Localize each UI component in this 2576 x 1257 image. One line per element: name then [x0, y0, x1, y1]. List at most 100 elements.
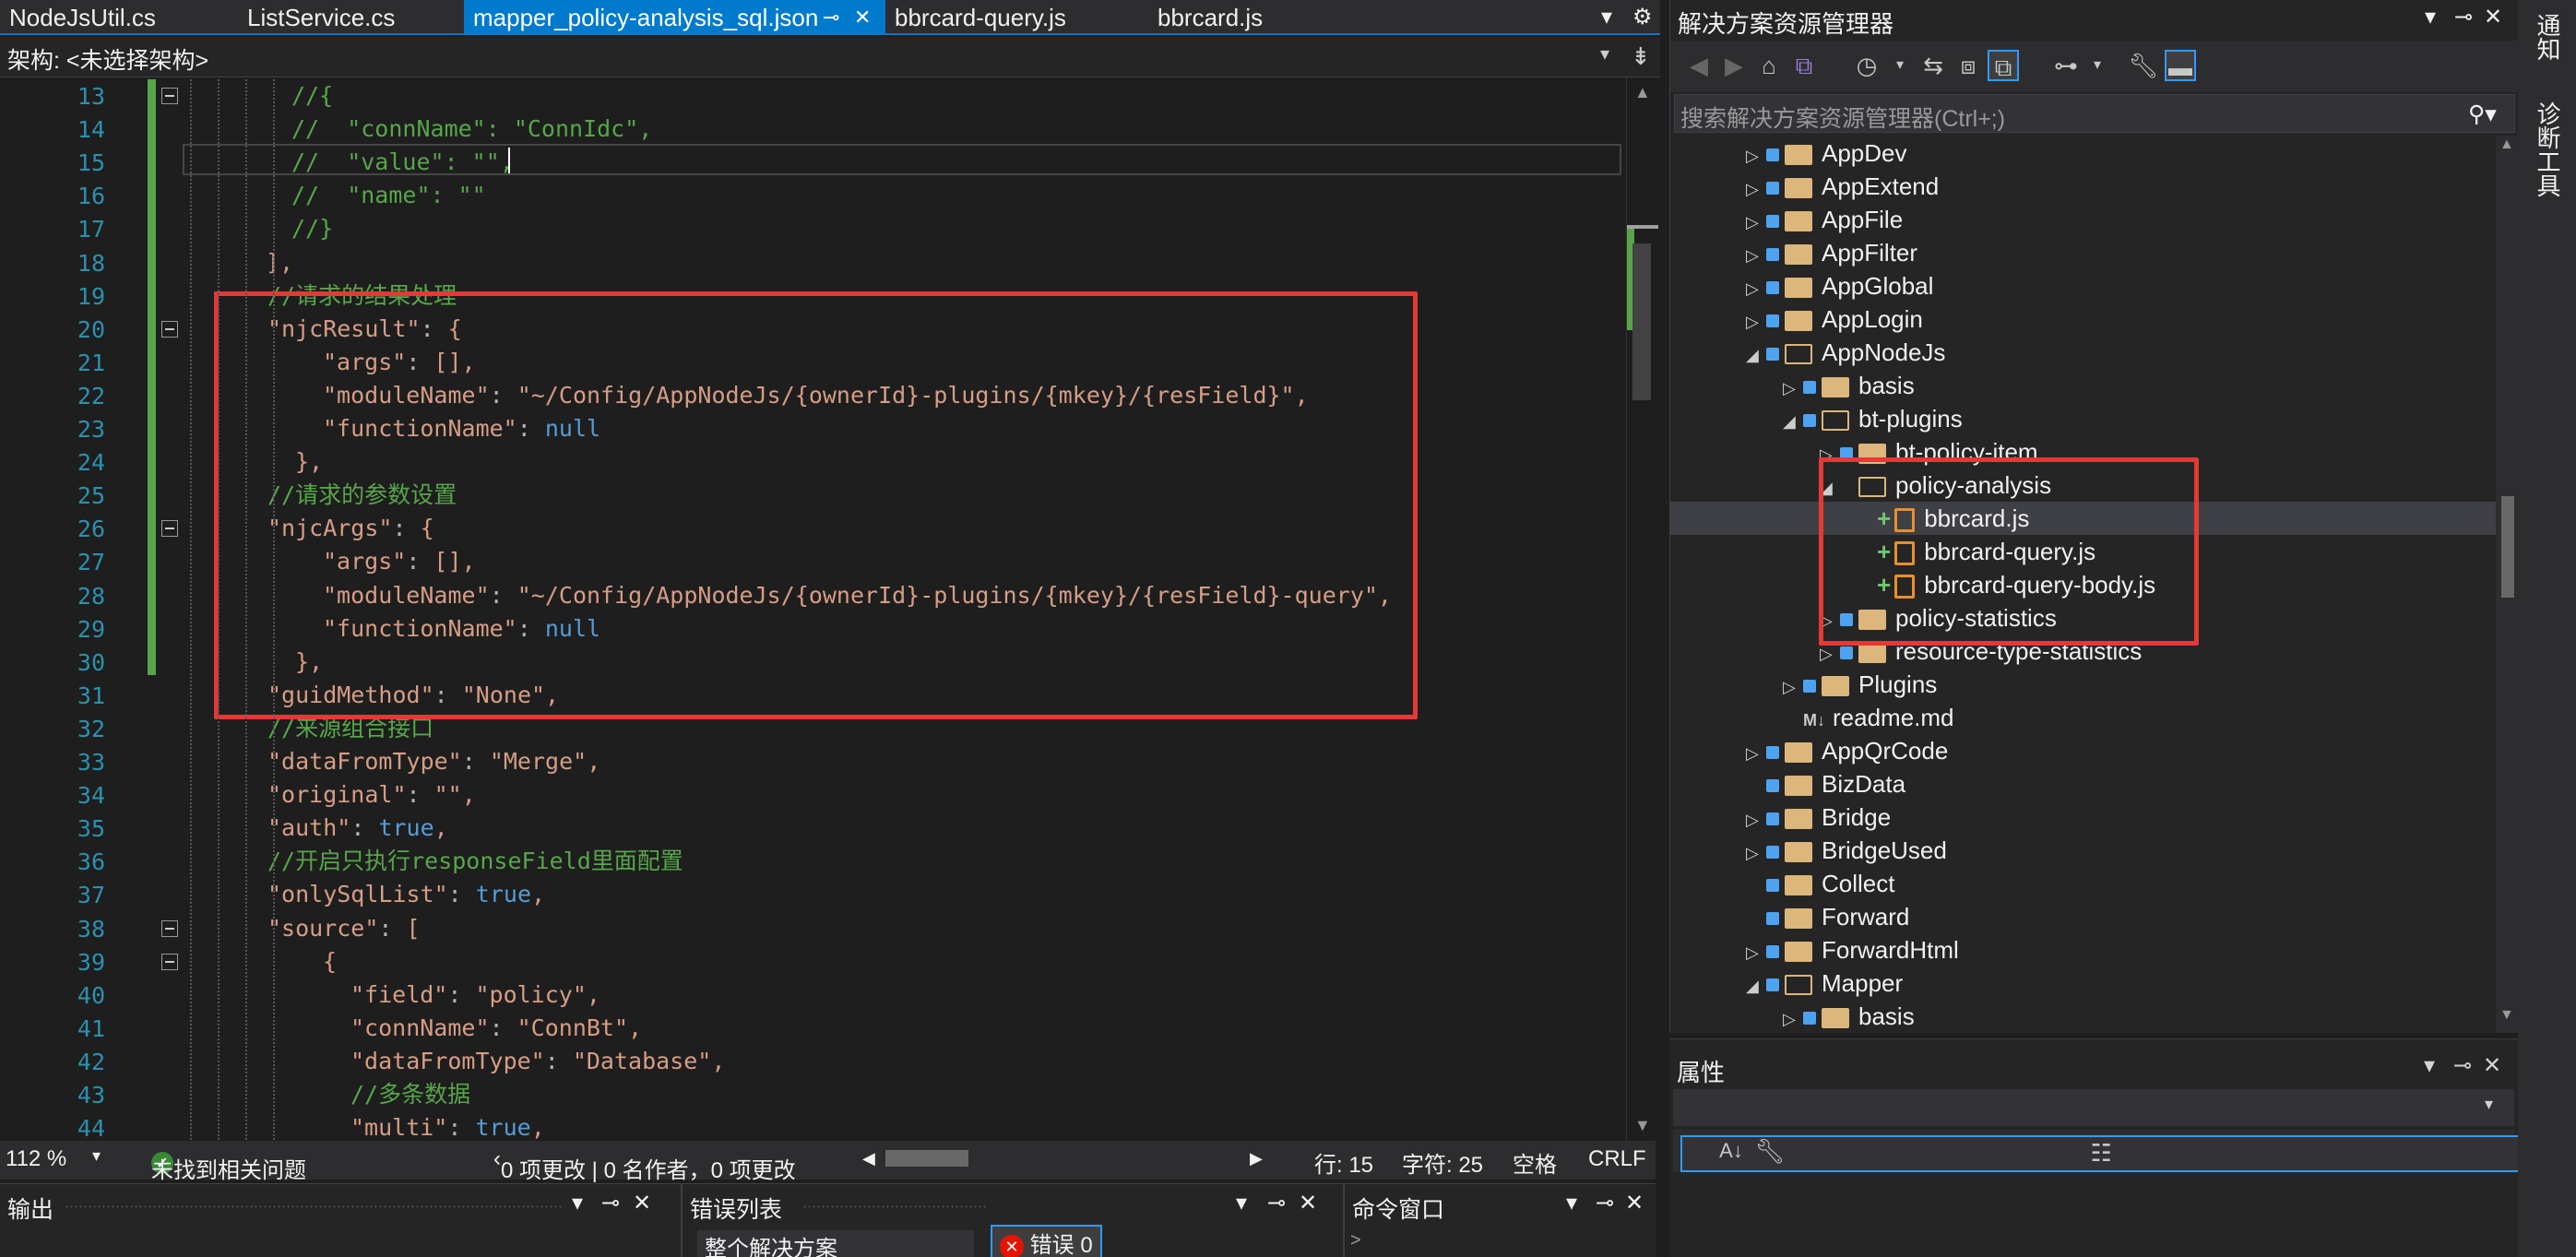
tree-item[interactable]: Collect: [1670, 867, 2496, 900]
split-icon[interactable]: ⇟: [1631, 42, 1651, 71]
sync-icon[interactable]: ⇆: [1917, 50, 1949, 81]
scroll-down-icon[interactable]: ▼: [2499, 1007, 2514, 1024]
collapsed-arrow-icon[interactable]: ▷: [1783, 372, 1803, 405]
chevron-down-icon[interactable]: ▾: [572, 1190, 583, 1216]
tree-item[interactable]: ▷ AppExtend: [1670, 170, 2496, 203]
tab-bbrcard-query[interactable]: bbrcard-query.js: [885, 0, 1153, 35]
solution-search-box[interactable]: 搜索解决方案资源管理器(Ctrl+;) ⚲▾: [1674, 94, 2515, 133]
tab-notifications[interactable]: 通知: [2531, 13, 2565, 61]
editor-vertical-scrollbar[interactable]: ▲ ▼: [1626, 77, 1658, 1141]
preview-icon[interactable]: ▬: [2165, 50, 2196, 81]
schema-selector[interactable]: 架构: <未选择架构>: [7, 42, 208, 76]
close-icon[interactable]: ✕: [2484, 4, 2502, 30]
line-ending-indicator[interactable]: CRLF: [1588, 1146, 1646, 1172]
history-icon[interactable]: ◷: [1851, 50, 1882, 81]
chevron-down-icon[interactable]: ▾: [1236, 1190, 1247, 1216]
tree-item[interactable]: ▷ BridgeUsed: [1670, 834, 2496, 867]
errors-filter-button[interactable]: ✕ 错误 0: [991, 1225, 1102, 1257]
scope-dropdown[interactable]: 整个解决方案: [697, 1230, 974, 1257]
tree-item[interactable]: ▷ AppDev: [1670, 136, 2496, 170]
tree-item[interactable]: ▷ ForwardHtml: [1670, 933, 2496, 966]
collapsed-arrow-icon[interactable]: ▷: [1783, 670, 1803, 704]
collapsed-arrow-icon[interactable]: ▷: [1746, 305, 1766, 338]
tree-item[interactable]: ▷ basis: [1670, 369, 2496, 402]
chevron-down-icon[interactable]: ▾: [1884, 50, 1916, 81]
scroll-down-icon[interactable]: ▼: [1634, 1116, 1651, 1135]
horizontal-scrollbar-thumb[interactable]: [885, 1150, 968, 1167]
whitespace-indicator[interactable]: 空格: [1513, 1146, 1557, 1179]
scrollbar-thumb[interactable]: [1632, 243, 1651, 400]
close-icon[interactable]: ✕: [633, 1190, 651, 1216]
fold-toggle-icon[interactable]: [161, 953, 178, 970]
tree-item[interactable]: ◢ bt-plugins: [1670, 402, 2496, 435]
collapsed-arrow-icon[interactable]: ▷: [1783, 1002, 1803, 1031]
chevron-down-icon[interactable]: ▾: [2424, 1052, 2435, 1079]
close-icon[interactable]: ✕: [1299, 1190, 1317, 1216]
tree-item[interactable]: ▷ AppFile: [1670, 203, 2496, 236]
pin-icon[interactable]: ⊸: [1596, 1190, 1614, 1216]
close-icon[interactable]: ✕: [1625, 1190, 1644, 1216]
expanded-arrow-icon[interactable]: ◢: [1746, 338, 1766, 372]
property-pages-icon[interactable]: 🔧︎: [1754, 1135, 1786, 1167]
collapsed-arrow-icon[interactable]: ▷: [1746, 272, 1766, 305]
pin-icon[interactable]: ⊸: [823, 0, 839, 35]
chevron-down-icon[interactable]: ▾: [2485, 1095, 2493, 1114]
alphabetical-icon[interactable]: A↓: [1715, 1135, 1747, 1167]
fold-toggle-icon[interactable]: [161, 88, 178, 104]
tree-item[interactable]: ◢ Mapper: [1670, 966, 2496, 1000]
column-indicator[interactable]: 字符: 25: [1402, 1146, 1483, 1179]
fold-toggle-icon[interactable]: [161, 320, 178, 338]
pin-icon[interactable]: ⊸: [1267, 1190, 1286, 1216]
filter-icon[interactable]: ⊶: [2050, 50, 2082, 81]
tab-listservice[interactable]: ListService.cs: [238, 0, 464, 35]
search-icon[interactable]: ⚲▾: [2468, 101, 2497, 128]
chevron-down-icon[interactable]: ▾: [2425, 4, 2436, 30]
tab-bbrcard[interactable]: bbrcard.js: [1148, 0, 1333, 35]
collapsed-arrow-icon[interactable]: ▷: [1746, 239, 1766, 272]
drag-handle[interactable]: [65, 1204, 563, 1210]
back-icon[interactable]: ◀: [1683, 50, 1715, 81]
expanded-arrow-icon[interactable]: ◢: [1783, 405, 1803, 438]
scroll-up-icon[interactable]: ▲: [2499, 136, 2514, 153]
tree-item[interactable]: ▷ Bridge: [1670, 800, 2496, 834]
tree-item[interactable]: ▷ Plugins: [1670, 668, 2496, 701]
line-indicator[interactable]: 行: 15: [1314, 1146, 1373, 1179]
change-count[interactable]: ‹ 0 项更改 | 0 名作者，0 项更改: [493, 1146, 796, 1183]
show-all-files-icon[interactable]: ⧉: [1988, 50, 2019, 81]
collapsed-arrow-icon[interactable]: ▷: [1746, 139, 1766, 172]
scroll-right-icon[interactable]: ▶: [1250, 1149, 1263, 1168]
vs-switch-icon[interactable]: ⧉: [1788, 50, 1820, 81]
collapsed-arrow-icon[interactable]: ▷: [1746, 836, 1766, 870]
tree-item[interactable]: ▷ basis: [1670, 1000, 2496, 1031]
forward-icon[interactable]: ▶: [1718, 50, 1750, 81]
chevron-down-icon[interactable]: ▾: [2082, 50, 2113, 81]
fold-toggle-icon[interactable]: [161, 520, 178, 538]
close-icon[interactable]: ✕: [2483, 1052, 2501, 1079]
drag-handle[interactable]: [802, 1204, 987, 1210]
tree-item[interactable]: ▷ AppQrCode: [1670, 734, 2496, 767]
object-selector[interactable]: ▾: [1673, 1089, 2514, 1126]
home-icon[interactable]: ⌂: [1753, 50, 1785, 81]
tree-item[interactable]: ▷ AppGlobal: [1670, 269, 2496, 302]
collapsed-arrow-icon[interactable]: ▷: [1746, 206, 1766, 239]
zoom-level[interactable]: 112 %: [6, 1146, 66, 1172]
expanded-arrow-icon[interactable]: ◢: [1746, 969, 1766, 1002]
scroll-up-icon[interactable]: ▲: [1634, 83, 1651, 102]
tree-item[interactable]: BizData: [1670, 767, 2496, 800]
tree-item[interactable]: M↓ readme.md: [1670, 701, 2496, 734]
tree-item[interactable]: Forward: [1670, 900, 2496, 933]
chevron-down-icon[interactable]: ▾: [92, 1146, 101, 1166]
tab-diagnostics[interactable]: 诊断工具: [2531, 101, 2565, 197]
pin-icon[interactable]: ⊸: [2453, 1052, 2472, 1079]
collapsed-arrow-icon[interactable]: ▷: [1746, 737, 1766, 770]
pin-icon[interactable]: ⊸: [2454, 4, 2473, 30]
tab-dropdown-icon[interactable]: ▾: [1601, 0, 1612, 35]
scrollbar-thumb[interactable]: [2501, 496, 2514, 598]
scroll-left-icon[interactable]: ◀: [862, 1149, 875, 1168]
tree-item[interactable]: ▷ AppLogin: [1670, 302, 2496, 336]
gear-icon[interactable]: ⚙: [1632, 0, 1653, 35]
close-icon[interactable]: ✕: [854, 0, 871, 35]
chevron-down-icon[interactable]: ▾: [1600, 42, 1609, 65]
pin-icon[interactable]: ⊸: [601, 1190, 620, 1216]
tree-item[interactable]: ◢ AppNodeJs: [1670, 336, 2496, 369]
